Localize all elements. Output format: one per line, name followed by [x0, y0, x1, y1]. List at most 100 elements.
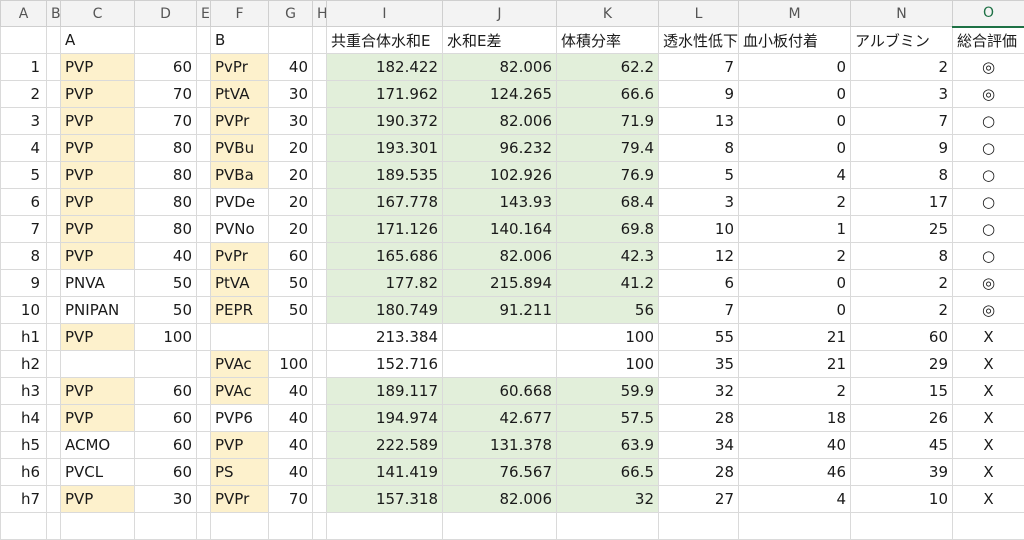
cell-l-label[interactable]: 透水性低下 [659, 27, 739, 54]
cell-h[interactable] [313, 162, 327, 189]
cell-l[interactable]: 9 [659, 81, 739, 108]
cell-o[interactable]: ◎ [953, 54, 1024, 81]
cell-m[interactable]: 4 [739, 486, 851, 513]
cell-g[interactable]: 40 [269, 432, 313, 459]
column-header-i[interactable]: I [327, 1, 443, 27]
cell-b[interactable] [47, 189, 61, 216]
cell-e[interactable] [197, 486, 211, 513]
cell-e[interactable] [197, 81, 211, 108]
cell-c[interactable]: PVP [61, 378, 135, 405]
cell-o[interactable]: X [953, 378, 1024, 405]
cell-i[interactable]: 152.716 [327, 351, 443, 378]
cell-k[interactable]: 76.9 [557, 162, 659, 189]
cell-h[interactable] [313, 135, 327, 162]
cell-g[interactable]: 20 [269, 189, 313, 216]
cell-n[interactable]: 10 [851, 486, 953, 513]
cell-a[interactable]: 9 [1, 270, 47, 297]
cell-a[interactable]: 6 [1, 189, 47, 216]
cell-b[interactable] [47, 270, 61, 297]
cell-f[interactable]: PvPr [211, 54, 269, 81]
cell-f[interactable]: PtVA [211, 270, 269, 297]
cell-j[interactable]: 82.006 [443, 108, 557, 135]
cell-d[interactable]: 100 [135, 324, 197, 351]
cell-a[interactable]: 3 [1, 108, 47, 135]
cell-a[interactable]: 5 [1, 162, 47, 189]
cell-f[interactable]: PVPr [211, 108, 269, 135]
cell-l[interactable]: 13 [659, 108, 739, 135]
cell-e[interactable] [197, 324, 211, 351]
cell-i[interactable]: 157.318 [327, 486, 443, 513]
cell-l[interactable]: 28 [659, 459, 739, 486]
cell-j[interactable]: 42.677 [443, 405, 557, 432]
cell-e[interactable] [197, 135, 211, 162]
cell-o[interactable]: ◎ [953, 270, 1024, 297]
cell-n[interactable]: 45 [851, 432, 953, 459]
cell-d[interactable]: 70 [135, 108, 197, 135]
cell-j-label[interactable]: 水和E差 [443, 27, 557, 54]
cell-empty[interactable] [135, 513, 197, 540]
cell-g[interactable]: 40 [269, 54, 313, 81]
cell-j[interactable]: 96.232 [443, 135, 557, 162]
cell-a-label[interactable] [1, 27, 47, 54]
cell-d[interactable]: 40 [135, 243, 197, 270]
cell-c[interactable]: PVCL [61, 459, 135, 486]
cell-b[interactable] [47, 162, 61, 189]
cell-n[interactable]: 8 [851, 243, 953, 270]
cell-n[interactable]: 29 [851, 351, 953, 378]
cell-a[interactable]: 2 [1, 81, 47, 108]
cell-g[interactable]: 30 [269, 81, 313, 108]
column-header-l[interactable]: L [659, 1, 739, 27]
cell-g[interactable]: 100 [269, 351, 313, 378]
cell-k[interactable]: 79.4 [557, 135, 659, 162]
cell-i[interactable]: 182.422 [327, 54, 443, 81]
cell-l[interactable]: 12 [659, 243, 739, 270]
cell-m-label[interactable]: 血小板付着 [739, 27, 851, 54]
cell-b[interactable] [47, 432, 61, 459]
cell-b[interactable] [47, 54, 61, 81]
cell-f[interactable]: PS [211, 459, 269, 486]
cell-e[interactable] [197, 243, 211, 270]
cell-o[interactable]: X [953, 432, 1024, 459]
column-header-e[interactable]: E [197, 1, 211, 27]
cell-f[interactable]: PvPr [211, 243, 269, 270]
cell-i[interactable]: 189.117 [327, 378, 443, 405]
cell-n[interactable]: 39 [851, 459, 953, 486]
cell-c[interactable]: PNVA [61, 270, 135, 297]
cell-e[interactable] [197, 459, 211, 486]
cell-d[interactable]: 80 [135, 162, 197, 189]
cell-h[interactable] [313, 405, 327, 432]
cell-k[interactable]: 32 [557, 486, 659, 513]
cell-a[interactable]: 8 [1, 243, 47, 270]
cell-a[interactable]: h4 [1, 405, 47, 432]
cell-empty[interactable] [327, 513, 443, 540]
cell-e[interactable] [197, 405, 211, 432]
cell-k[interactable]: 100 [557, 351, 659, 378]
cell-l[interactable]: 8 [659, 135, 739, 162]
cell-e[interactable] [197, 189, 211, 216]
cell-d[interactable]: 80 [135, 189, 197, 216]
cell-f[interactable]: PVAc [211, 378, 269, 405]
cell-m[interactable]: 2 [739, 189, 851, 216]
cell-k[interactable]: 66.6 [557, 81, 659, 108]
cell-i[interactable]: 213.384 [327, 324, 443, 351]
cell-g[interactable]: 20 [269, 135, 313, 162]
cell-b[interactable] [47, 81, 61, 108]
cell-g[interactable]: 50 [269, 270, 313, 297]
cell-i[interactable]: 194.974 [327, 405, 443, 432]
cell-k[interactable]: 62.2 [557, 54, 659, 81]
cell-i[interactable]: 171.962 [327, 81, 443, 108]
cell-m[interactable]: 0 [739, 81, 851, 108]
cell-m[interactable]: 0 [739, 135, 851, 162]
cell-empty[interactable] [211, 513, 269, 540]
cell-c[interactable]: PVP [61, 108, 135, 135]
cell-f[interactable]: PEPR [211, 297, 269, 324]
cell-m[interactable]: 21 [739, 324, 851, 351]
cell-l[interactable]: 5 [659, 162, 739, 189]
cell-l[interactable]: 35 [659, 351, 739, 378]
cell-g[interactable]: 70 [269, 486, 313, 513]
cell-h[interactable] [313, 243, 327, 270]
cell-o[interactable]: ○ [953, 135, 1024, 162]
cell-c-label[interactable]: A [61, 27, 135, 54]
cell-h[interactable] [313, 432, 327, 459]
column-header-k[interactable]: K [557, 1, 659, 27]
